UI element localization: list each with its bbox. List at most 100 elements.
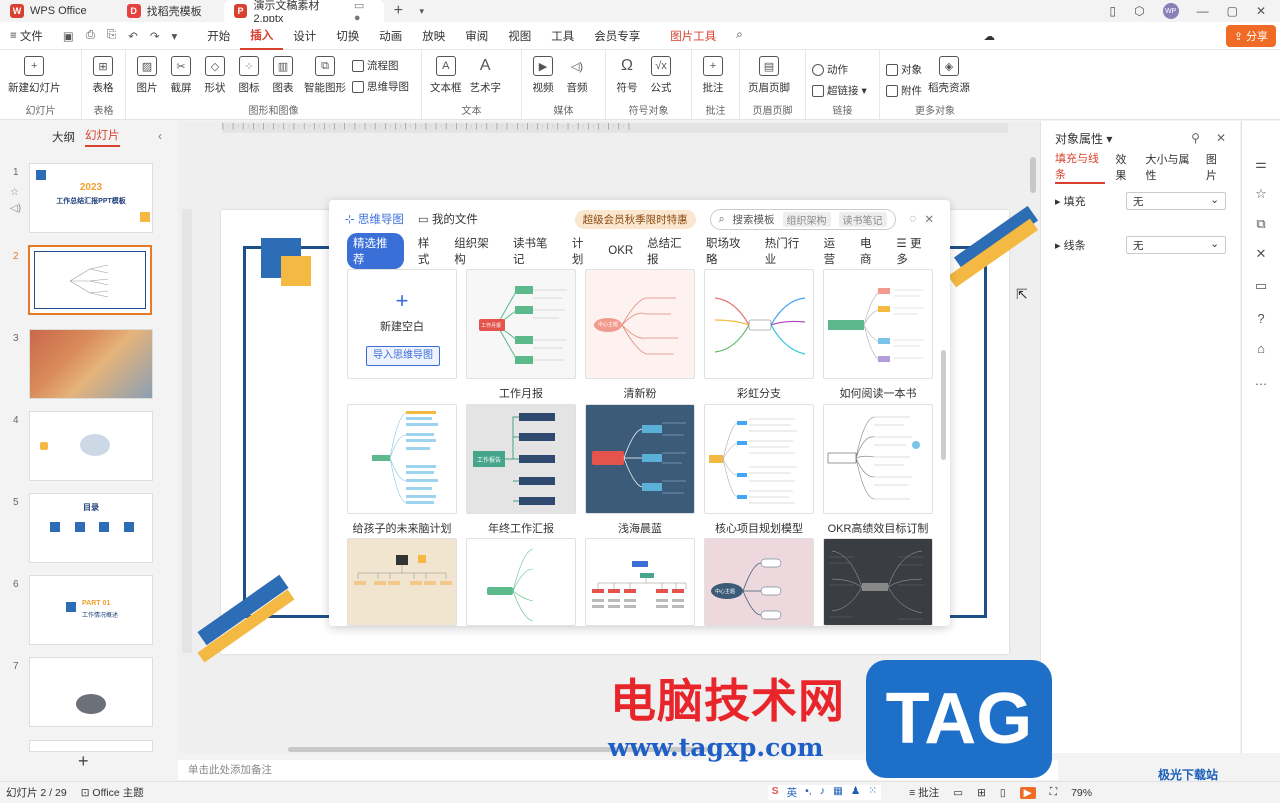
print-icon[interactable]: ⎘	[107, 29, 116, 42]
tools-icon[interactable]: ✕	[1252, 245, 1270, 263]
symbol-button[interactable]: Ω 符号	[612, 56, 642, 95]
category-tab[interactable]: 职场攻略	[706, 235, 751, 267]
category-tab[interactable]: 样式	[418, 235, 440, 267]
zoom-level[interactable]: 79%	[1071, 787, 1092, 799]
new-slide-button[interactable]: + 新建幻灯片	[6, 56, 63, 95]
template-card[interactable]	[585, 404, 695, 514]
template-card[interactable]	[823, 538, 933, 626]
add-slide-button[interactable]: +	[78, 751, 89, 772]
category-tab[interactable]: 精选推荐	[347, 233, 404, 269]
daoke-resource-button[interactable]: ◈ 稻壳资源	[926, 56, 972, 95]
smart-graphic-button[interactable]: ⧉ 智能图形	[302, 56, 348, 95]
attachment-button[interactable]: 附件	[886, 83, 922, 98]
menu-tab-transition[interactable]: 切换	[326, 22, 369, 50]
help-icon[interactable]: ?	[1252, 309, 1270, 327]
video-button[interactable]: ▶ 视频	[528, 56, 558, 95]
table-button[interactable]: ⊞ 表格	[88, 56, 118, 95]
minimize-icon[interactable]: —	[1197, 4, 1209, 18]
picture-button[interactable]: ▨ 图片	[132, 56, 162, 95]
mindmap-button[interactable]: 思维导图	[352, 79, 409, 94]
category-tab[interactable]: 组织架构	[454, 235, 499, 267]
reading-view-icon[interactable]: ▯	[1000, 787, 1006, 799]
promo-badge[interactable]: 超级会员秋季限时特惠	[574, 209, 696, 229]
ime-mode[interactable]: 英	[787, 785, 798, 800]
play-button[interactable]: ▶	[1019, 786, 1036, 799]
template-card[interactable]	[823, 404, 933, 514]
line-expand[interactable]: ▸ 线条	[1055, 237, 1086, 253]
tab-presentation[interactable]: P 演示文稿素材2.pptx ▭ ●	[223, 0, 384, 25]
tab-effects[interactable]: 效果	[1115, 151, 1135, 183]
category-tab[interactable]: 总结汇报	[647, 235, 692, 267]
slide-thumbnail-7[interactable]	[29, 657, 153, 727]
menu-tab-picture-tools[interactable]: 图片工具	[660, 22, 726, 50]
screenshot-button[interactable]: ✂ 截屏	[166, 56, 196, 95]
star-icon[interactable]: ☆	[1252, 185, 1270, 203]
copy-icon[interactable]: ⧉	[1252, 215, 1270, 233]
cube-icon[interactable]: ⬡	[1134, 4, 1144, 18]
template-card[interactable]	[585, 538, 695, 626]
header-footer-button[interactable]: ▤ 页眉页脚	[746, 56, 792, 95]
fill-expand[interactable]: ▸ 填充	[1055, 193, 1086, 209]
keyboard-icon[interactable]: ▦	[833, 785, 843, 800]
fill-select[interactable]: 无 ⌄	[1126, 192, 1226, 210]
template-card[interactable]	[823, 269, 933, 379]
category-tab[interactable]: 热门行业	[765, 235, 810, 267]
menu-tab-design[interactable]: 设计	[283, 22, 326, 50]
import-mindmap-button[interactable]: 导入思维导图	[366, 346, 440, 366]
dialog-tab-mindmap[interactable]: ⊹ 思维导图	[345, 211, 404, 227]
template-card[interactable]: 工作报告	[466, 404, 576, 514]
template-card[interactable]: 中心主题	[704, 538, 814, 626]
close-icon[interactable]: ✕	[1256, 4, 1266, 18]
audio-small-icon[interactable]: ◁)	[10, 201, 21, 217]
menu-tab-tools[interactable]: 工具	[541, 22, 584, 50]
category-tab[interactable]: OKR	[608, 245, 633, 257]
star-icon[interactable]: ☆	[10, 185, 21, 201]
slide-thumbnail-3[interactable]	[29, 329, 153, 399]
normal-view-icon[interactable]: ▭	[953, 787, 963, 799]
tab-size-properties[interactable]: 大小与属性	[1146, 151, 1196, 183]
cloud-icon[interactable]: ☁	[973, 22, 1005, 50]
tab-wps-office[interactable]: W WPS Office	[0, 0, 97, 22]
fit-icon[interactable]: ⛶	[1050, 786, 1057, 799]
redo-icon[interactable]: ↷	[150, 29, 160, 43]
menu-tab-insert[interactable]: 插入	[240, 22, 284, 50]
more-categories-button[interactable]: ☰ 更多	[896, 235, 932, 267]
line-select[interactable]: 无 ⌄	[1126, 236, 1226, 254]
menu-tab-member[interactable]: 会员专享	[584, 22, 650, 50]
book-icon[interactable]: ▭	[1252, 277, 1270, 295]
template-card[interactable]: 中心主题	[585, 269, 695, 379]
avatar[interactable]: WP	[1162, 3, 1179, 19]
dialog-close-icon[interactable]: ✕	[924, 212, 934, 226]
search-chip[interactable]: 读书笔记	[838, 211, 887, 227]
dropdown-icon[interactable]: ▾	[171, 29, 177, 43]
maximize-icon[interactable]: ▢	[1227, 4, 1238, 18]
hyperlink-button[interactable]: 超链接 ▾	[812, 83, 867, 98]
shirt-icon[interactable]: ⌂	[1252, 339, 1270, 357]
action-button[interactable]: 动作	[812, 62, 867, 77]
shape-button[interactable]: ◇ 形状	[200, 56, 230, 95]
menu-tab-animation[interactable]: 动画	[369, 22, 412, 50]
menu-tab-slideshow[interactable]: 放映	[412, 22, 455, 50]
formula-button[interactable]: √x 公式	[646, 56, 676, 95]
feedback-icon[interactable]: ◌	[910, 213, 917, 225]
pin-icon[interactable]: ⚲	[1191, 131, 1200, 145]
slide-thumbnail-8[interactable]	[29, 740, 153, 752]
more-icon[interactable]: …	[1252, 371, 1270, 389]
tab-fill-line[interactable]: 填充与线条	[1055, 150, 1106, 184]
chart-button[interactable]: ▥ 图表	[268, 56, 298, 95]
object-button[interactable]: 对象	[886, 62, 922, 77]
slide-thumbnail-6[interactable]: PART 01 工作情况概述	[29, 575, 153, 645]
vertical-scrollbar[interactable]	[1030, 157, 1036, 193]
category-tab[interactable]: 读书笔记	[513, 235, 558, 267]
skin-icon[interactable]: ♟	[851, 785, 860, 800]
template-card[interactable]: 工作月报	[466, 269, 576, 379]
tab-daoke[interactable]: D 找稻壳模板	[117, 0, 212, 22]
sorter-view-icon[interactable]: ⊞	[977, 787, 986, 799]
slide-thumbnail-5[interactable]: 目录	[29, 493, 153, 563]
collapse-panel-icon[interactable]: ‹	[158, 131, 162, 143]
undo-icon[interactable]: ↶	[128, 29, 138, 43]
dialog-scrollbar[interactable]	[941, 350, 946, 460]
category-tab[interactable]: 电商	[860, 235, 882, 267]
print-preview-icon[interactable]: ⎙	[86, 29, 95, 42]
wordart-button[interactable]: A 艺术字	[468, 56, 504, 95]
